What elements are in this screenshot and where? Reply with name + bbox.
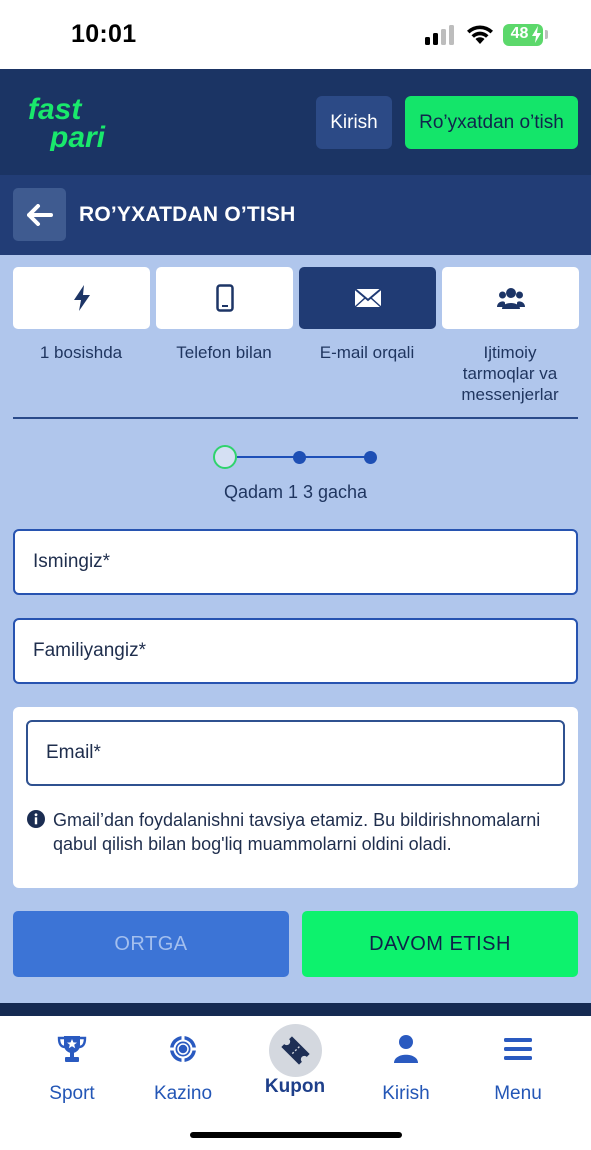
nav-item-kirish[interactable]: Kirish [351, 1034, 461, 1114]
info-icon [27, 810, 45, 828]
last-name-field[interactable] [13, 618, 578, 684]
bottom-nav: Sport Kazino Kupon Kirish Menu [0, 1016, 591, 1150]
nav-label-sport: Sport [49, 1083, 95, 1104]
phone-icon [215, 284, 234, 312]
status-time: 10:01 [71, 20, 137, 48]
users-icon [496, 288, 525, 309]
nav-item-sport[interactable]: Sport [17, 1034, 127, 1114]
battery-cap [545, 30, 548, 39]
step-3-dot [364, 451, 377, 464]
last-name-input[interactable] [15, 620, 576, 682]
svg-text:pari: pari [49, 121, 106, 151]
method-tab-email[interactable] [299, 267, 436, 329]
nav-label-kupon: Kupon [264, 1076, 326, 1097]
cellular-signal-icon [425, 25, 457, 45]
nav-label-menu: Menu [494, 1083, 542, 1104]
content-bottom-edge [0, 1003, 591, 1016]
fastpari-logo[interactable]: fast pari [26, 95, 150, 151]
method-tab-phone[interactable] [156, 267, 293, 329]
battery-icon: 48 [503, 24, 543, 46]
nav-item-menu[interactable]: Menu [463, 1034, 573, 1114]
method-label-email: E-mail orqali [319, 343, 415, 362]
casino-chip-icon [170, 1036, 196, 1062]
app-header: fast pari Kirish Ro’yxatdan o’tish [0, 69, 591, 175]
method-tab-social[interactable] [442, 267, 579, 329]
page-title: RO’YXATDAN O’TISH [79, 203, 296, 226]
user-icon [394, 1035, 418, 1063]
method-label-social: Ijtimoiy tarmoqlar va messenjerlar [461, 343, 559, 404]
home-indicator[interactable] [190, 1132, 402, 1138]
email-hint-text: Gmail’dan foydalanishni tavsiya etamiz. … [53, 810, 541, 854]
step-1-current [213, 445, 237, 469]
arrow-left-icon [26, 203, 53, 226]
method-label-phone: Telefon bilan [176, 343, 272, 362]
email-input[interactable] [28, 722, 563, 784]
envelope-icon [353, 288, 382, 308]
nav-label-kazino: Kazino [153, 1083, 213, 1104]
wifi-icon [467, 25, 493, 44]
nav-label-kirish: Kirish [382, 1083, 430, 1104]
step-progress-text: Qadam 1 3 gacha [223, 482, 368, 502]
email-card: Gmail’dan foydalanishni tavsiya etamiz. … [13, 707, 578, 888]
register-button[interactable]: Ro’yxatdan o’tish [405, 96, 578, 149]
menu-icon [504, 1038, 532, 1060]
status-bar: 10:01 48 [0, 0, 591, 69]
login-button[interactable]: Kirish [316, 96, 392, 149]
lightning-icon [73, 285, 90, 311]
back-button[interactable] [13, 188, 66, 241]
registration-content: 1 bosishda Telefon bilan E-mail orqali I… [0, 255, 591, 1003]
step-indicator [213, 444, 379, 470]
nav-item-kupon[interactable] [269, 1024, 322, 1077]
title-bar: RO’YXATDAN O’TISH [0, 175, 591, 255]
divider [13, 417, 578, 419]
ticket-icon [281, 1036, 310, 1065]
charging-bolt-icon [532, 26, 541, 43]
nav-item-kazino[interactable]: Kazino [128, 1034, 238, 1114]
method-label-one-click: 1 bosishda [39, 343, 123, 362]
method-tab-one-click[interactable] [13, 267, 150, 329]
email-field[interactable] [26, 720, 565, 786]
first-name-input[interactable] [15, 531, 576, 593]
trophy-icon [57, 1036, 87, 1062]
step-2-dot [293, 451, 306, 464]
back-step-button[interactable]: ORTGA [13, 911, 289, 977]
continue-button[interactable]: DAVOM ETISH [302, 911, 578, 977]
first-name-field[interactable] [13, 529, 578, 595]
